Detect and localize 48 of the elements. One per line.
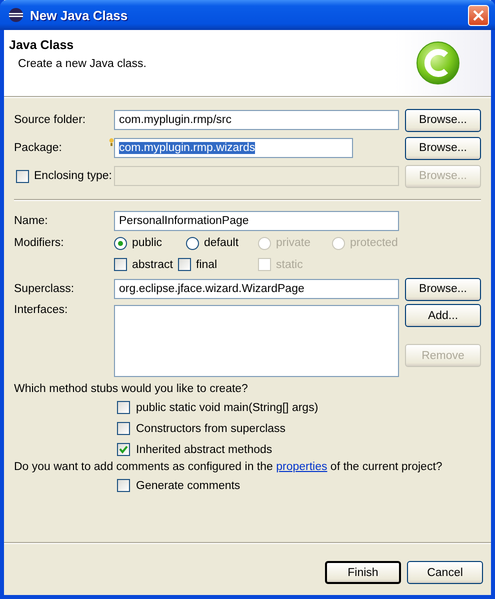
add-button[interactable]: Add...: [405, 304, 481, 327]
text-field[interactable]: org.eclipse.jface.wizard.WizardPage: [114, 279, 399, 299]
radio-button[interactable]: [186, 236, 199, 250]
field-label: Interfaces:: [14, 304, 69, 316]
page-title: Java Class: [9, 38, 75, 52]
checkbox[interactable]: [117, 401, 130, 414]
text-field[interactable]: com.myplugin.rmp.wizards: [114, 138, 353, 158]
checkbox[interactable]: [117, 422, 130, 435]
finish-button[interactable]: Finish: [325, 561, 401, 584]
option-label: protected: [350, 237, 398, 249]
checkbox-label: Generate comments: [136, 480, 240, 492]
option-label: default: [204, 237, 239, 249]
radio-button[interactable]: [114, 236, 127, 250]
close-icon: [473, 10, 484, 20]
checkbox[interactable]: [117, 479, 130, 492]
browse-button[interactable]: Browse...: [405, 278, 481, 300]
option-label: public: [132, 237, 162, 249]
field-label: Name:: [14, 215, 49, 227]
field-label: Superclass:: [14, 283, 76, 295]
close-button[interactable]: [468, 4, 489, 26]
checkbox[interactable]: [117, 443, 130, 456]
check-icon: [119, 445, 128, 454]
cancel-button[interactable]: Cancel: [407, 561, 483, 584]
checkbox-label: Inherited abstract methods: [136, 444, 272, 456]
window-title: New Java Class: [30, 8, 129, 22]
field-label: Package:: [14, 142, 63, 154]
checkbox[interactable]: [178, 258, 191, 271]
field-label: Source folder:: [14, 114, 87, 126]
question-text: Do you want to add comments as configured in the properties of the current project?: [14, 460, 444, 475]
checkbox-label: static: [276, 258, 303, 270]
checkbox-label: final: [196, 258, 218, 270]
checkbox-label: Enclosing type:: [34, 170, 112, 182]
checkbox[interactable]: [114, 258, 127, 271]
class-icon: [415, 40, 461, 86]
checkbox-label: Constructors from superclass: [136, 422, 286, 434]
checkbox-label: public static void main(String[] args): [136, 402, 318, 414]
text-field[interactable]: com.myplugin.rmp/src: [114, 110, 399, 130]
field-label: Modifiers:: [14, 237, 65, 249]
option-label: private: [276, 237, 311, 249]
properties-link[interactable]: properties: [276, 461, 328, 473]
browse-button[interactable]: Browse...: [405, 108, 481, 132]
interfaces-list[interactable]: [114, 305, 399, 377]
eclipse-icon: [8, 7, 24, 23]
checkbox-label: abstract: [132, 258, 173, 270]
browse-button[interactable]: Browse...: [405, 136, 481, 160]
text-field[interactable]: PersonalInformationPage: [114, 211, 399, 231]
page-description: Create a new Java class.: [18, 58, 148, 70]
question-text: Which method stubs would you like to create?: [14, 382, 249, 397]
